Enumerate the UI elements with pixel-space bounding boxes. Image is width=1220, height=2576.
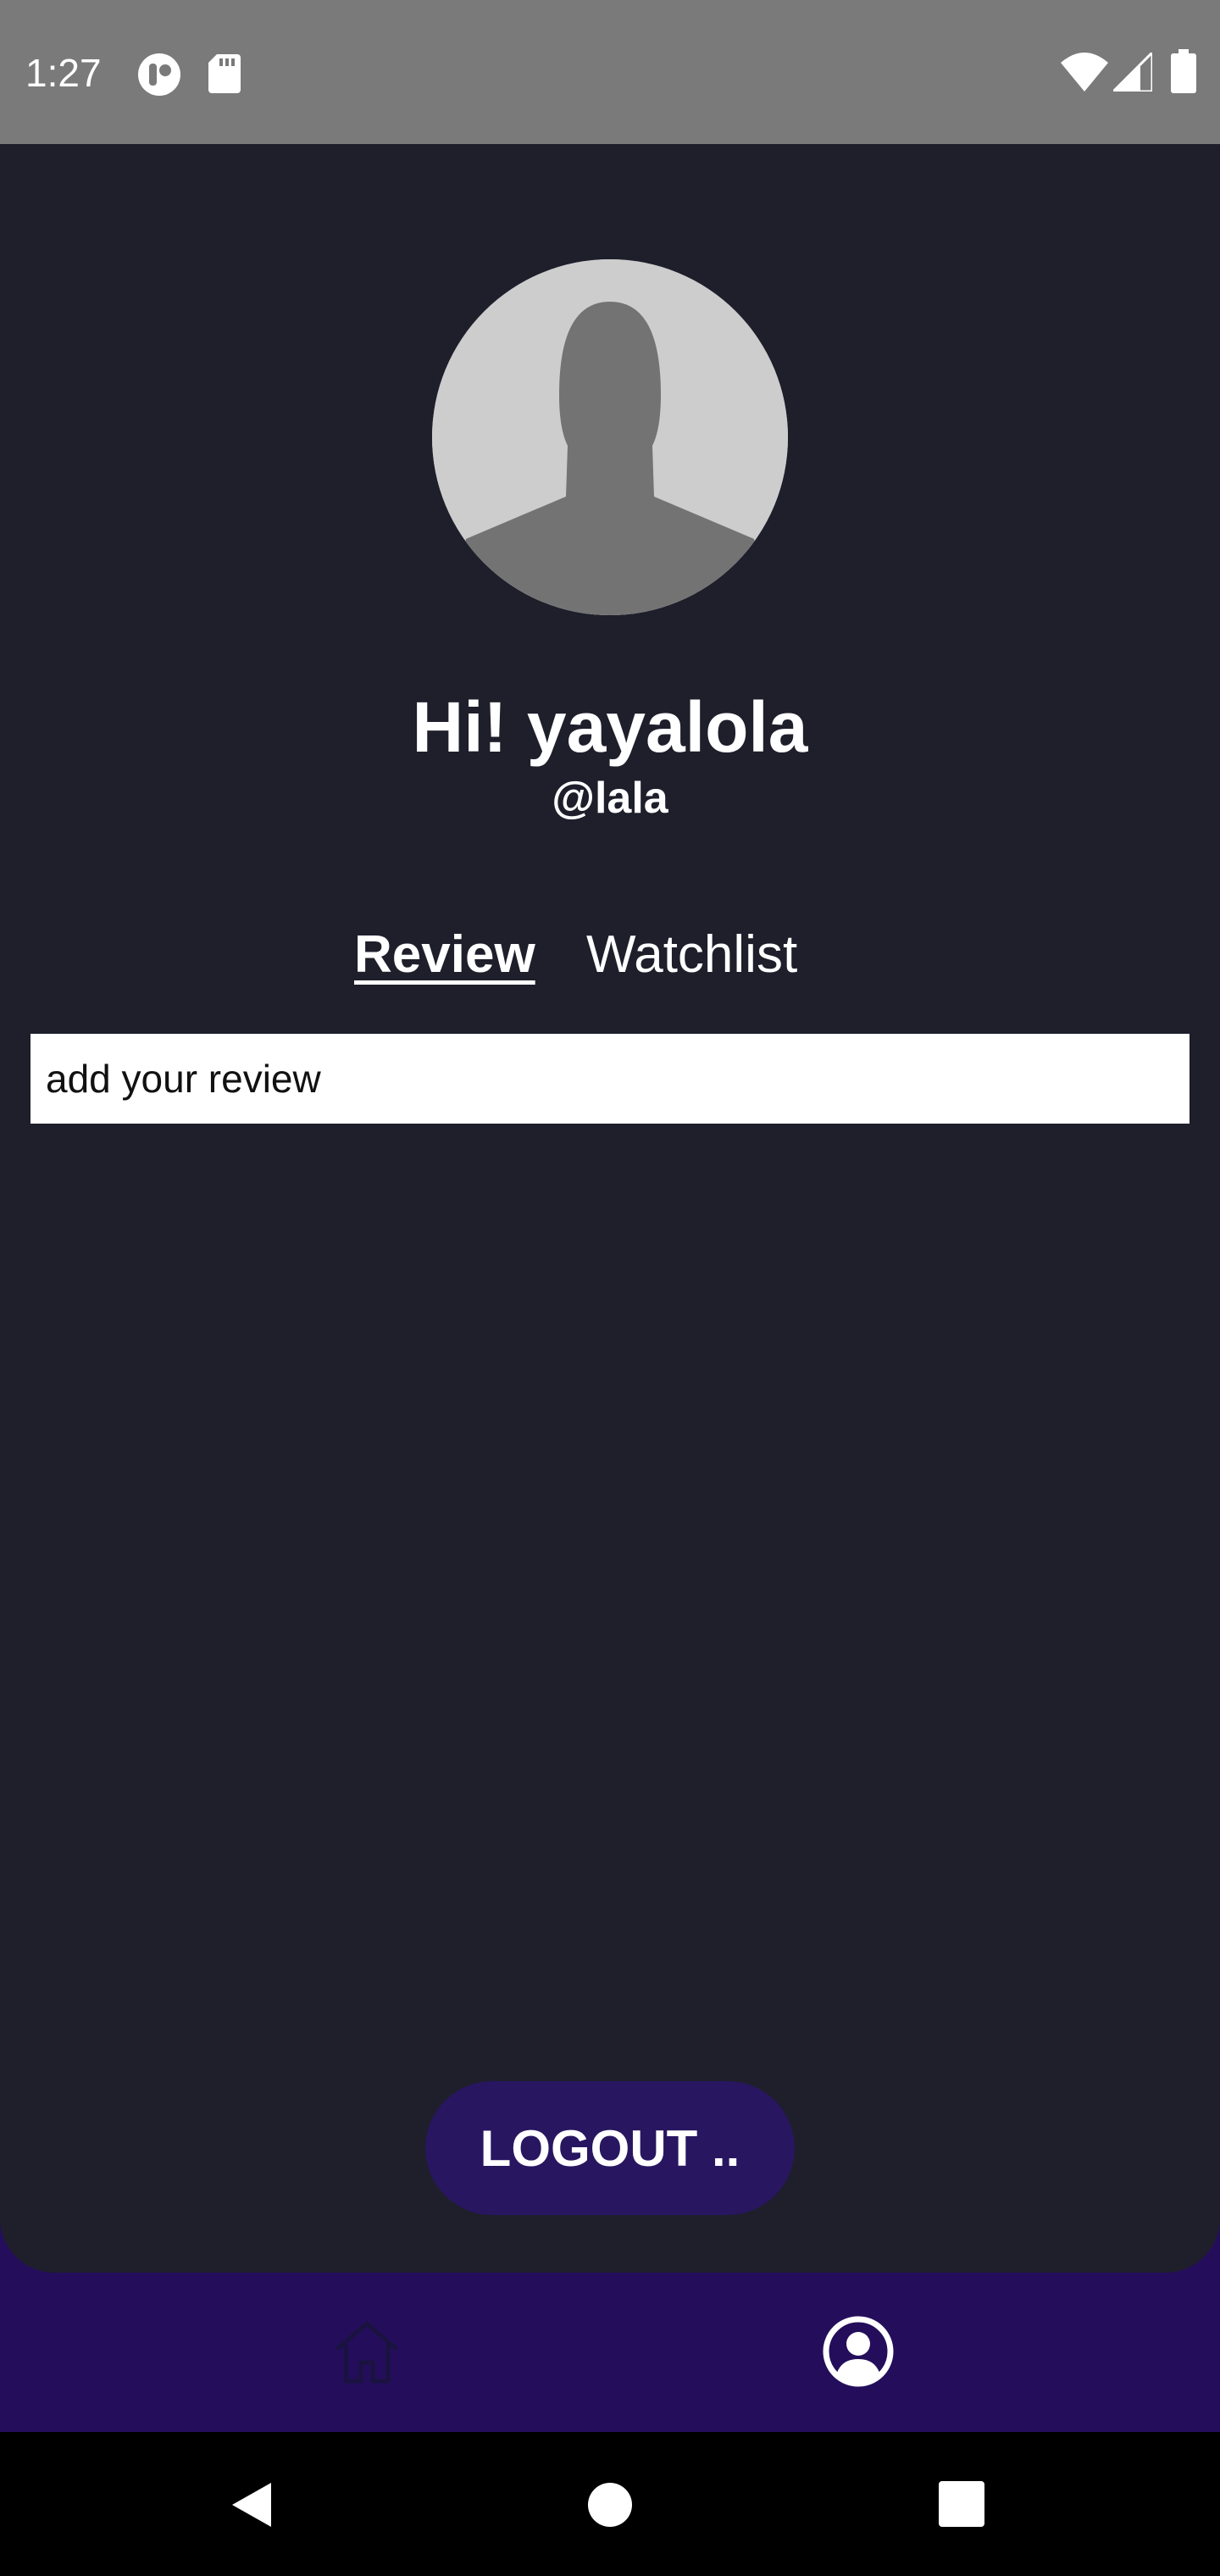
recents-icon (939, 2481, 984, 2527)
back-button[interactable] (227, 2479, 278, 2534)
review-input[interactable] (30, 1034, 1190, 1124)
user-handle: @lala (552, 774, 668, 823)
cell-signal-icon (1110, 49, 1154, 96)
profile-screen: Hi! yayalola @lala Review Watchlist LOGO… (0, 144, 1220, 2273)
greeting-title: Hi! yayalola (412, 687, 808, 767)
default-user-icon (432, 259, 788, 615)
profile-icon (823, 2316, 894, 2387)
system-navigation-bar (0, 2432, 1220, 2576)
status-time: 1:27 (25, 51, 102, 95)
sd-card-icon (208, 54, 241, 97)
back-icon (232, 2483, 271, 2527)
avatar (432, 259, 788, 615)
tab-review[interactable]: Review (354, 924, 535, 986)
battery-icon (1171, 49, 1196, 97)
recents-button[interactable] (939, 2481, 984, 2531)
home-circle-icon (588, 2483, 632, 2527)
home-icon (336, 2321, 398, 2384)
tab-watchlist[interactable]: Watchlist (586, 924, 797, 986)
nav-profile-button[interactable] (820, 2313, 896, 2390)
wifi-icon (1061, 53, 1108, 96)
notification-app-icon (137, 53, 181, 101)
status-bar: 1:27 (0, 0, 1220, 144)
nav-home-button[interactable] (329, 2313, 405, 2390)
home-button[interactable] (586, 2481, 634, 2533)
logout-button[interactable]: LOGOUT .. (425, 2081, 795, 2215)
